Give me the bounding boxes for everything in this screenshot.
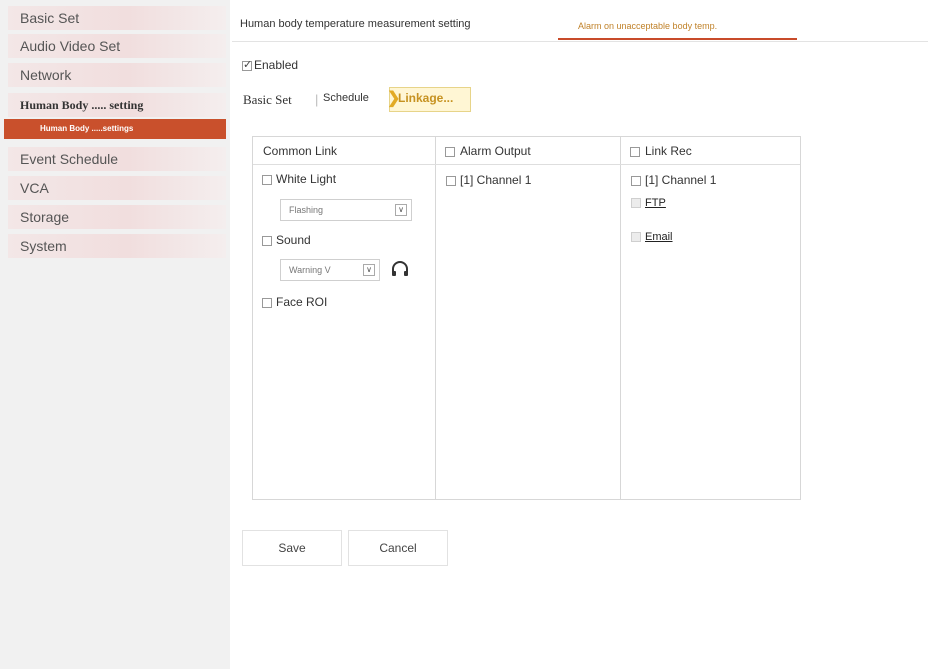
menu-audio-video-set[interactable]: Audio Video Set xyxy=(8,34,226,58)
menu-event-schedule[interactable]: Event Schedule xyxy=(8,147,226,171)
headphones-icon[interactable] xyxy=(390,259,410,284)
enabled-label: Enabled xyxy=(254,58,299,72)
common-link-column: Common Link xyxy=(253,137,436,499)
link-rec-channel-row: [1] Channel 1 xyxy=(631,173,716,187)
face-roi-checkbox[interactable] xyxy=(262,297,272,308)
white-light-checkbox[interactable] xyxy=(262,174,272,185)
alarm-output-channel-checkbox[interactable] xyxy=(446,175,456,186)
sound-row: Sound xyxy=(262,233,311,247)
sound-tone-value: Warning V xyxy=(289,265,331,275)
sound-label: Sound xyxy=(276,233,311,247)
email-checkbox[interactable] xyxy=(631,232,641,243)
tab-alarm-body-temp[interactable]: Alarm on unacceptable body temp. xyxy=(578,21,717,31)
alarm-output-channel-label: [1] Channel 1 xyxy=(460,173,532,187)
sidebar: Basic Set Audio Video Set Network Human … xyxy=(0,0,230,669)
white-light-label: White Light xyxy=(276,172,337,186)
face-roi-label: Face ROI xyxy=(276,295,328,309)
chevron-down-icon: ∨ xyxy=(395,204,407,216)
enabled-checkbox[interactable] xyxy=(242,58,252,71)
alarm-output-all-checkbox[interactable] xyxy=(445,146,455,157)
menu-basic-set[interactable]: Basic Set xyxy=(8,6,226,30)
linkage-table: Common Link Alarm Output Link Rec xyxy=(252,136,801,500)
menu-network[interactable]: Network xyxy=(8,63,226,87)
sound-checkbox[interactable] xyxy=(262,235,272,246)
menu-vca[interactable]: VCA xyxy=(8,176,226,200)
active-tab-underline xyxy=(558,38,797,40)
alarm-output-header-label: Alarm Output xyxy=(460,144,531,158)
link-rec-header: Link Rec xyxy=(620,137,800,165)
menu-human-body-setting[interactable]: Human Body ..... setting xyxy=(8,93,226,117)
ftp-link[interactable]: FTP xyxy=(645,197,666,209)
white-light-mode-value: Flashing xyxy=(289,205,324,215)
link-rec-channel-checkbox[interactable] xyxy=(631,175,641,186)
email-row: Email xyxy=(631,231,673,243)
ftp-row: FTP xyxy=(631,197,666,209)
tab-temperature-measurement[interactable]: Human body temperature measurement setti… xyxy=(240,18,471,30)
link-rec-all-checkbox[interactable] xyxy=(630,146,640,157)
alarm-output-header: Alarm Output xyxy=(435,137,620,165)
submenu-human-body-settings[interactable]: Human Body .....settings xyxy=(4,119,226,139)
white-light-mode-select[interactable]: Flashing ∨ xyxy=(280,199,412,221)
email-link[interactable]: Email xyxy=(645,231,673,243)
white-light-row: White Light xyxy=(262,172,336,186)
subtab-schedule[interactable]: Schedule xyxy=(323,92,369,104)
menu-storage[interactable]: Storage xyxy=(8,205,226,229)
link-rec-header-label: Link Rec xyxy=(645,144,692,158)
save-button[interactable]: Save xyxy=(242,530,342,566)
link-rec-channel-label: [1] Channel 1 xyxy=(645,173,717,187)
enabled-row: Enabled xyxy=(242,58,298,72)
ftp-checkbox[interactable] xyxy=(631,198,641,209)
link-rec-column: Link Rec xyxy=(620,137,800,499)
sound-tone-select[interactable]: Warning V ∨ xyxy=(280,259,380,281)
subtab-linkage[interactable]: Linkage... xyxy=(398,91,453,105)
menu-system[interactable]: System xyxy=(8,234,226,258)
subtab-basic-set[interactable]: Basic Set xyxy=(243,92,292,108)
subtab-divider: | xyxy=(315,92,319,107)
face-roi-row: Face ROI xyxy=(262,295,327,309)
alarm-output-channel-row: [1] Channel 1 xyxy=(446,173,531,187)
tab-divider xyxy=(232,41,928,42)
common-link-header: Common Link xyxy=(253,137,435,165)
chevron-down-icon: ∨ xyxy=(363,264,375,276)
alarm-output-column: Alarm Output xyxy=(435,137,621,499)
cancel-button[interactable]: Cancel xyxy=(348,530,448,566)
